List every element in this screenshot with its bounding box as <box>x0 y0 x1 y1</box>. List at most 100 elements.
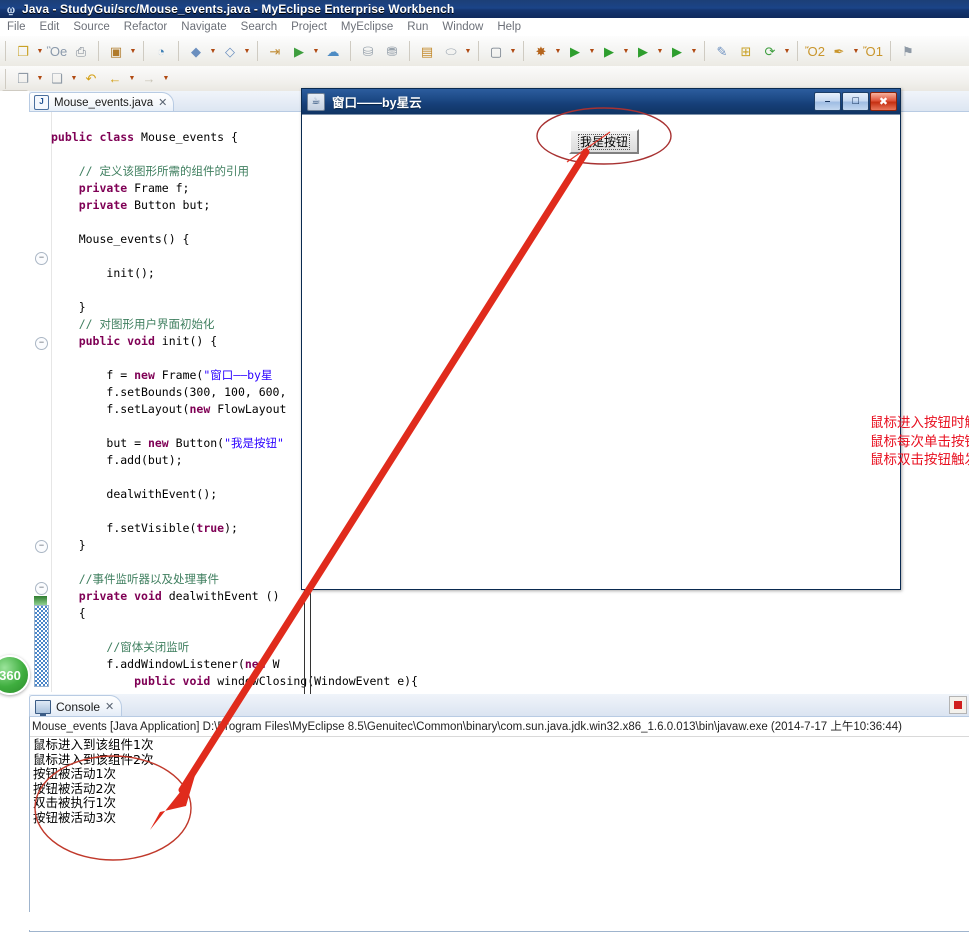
import-button[interactable]: ⇥ <box>264 40 286 62</box>
menu-edit[interactable]: Edit <box>33 18 67 36</box>
save-button[interactable]: Ὃe <box>46 40 68 62</box>
code-token: // 对图形用户界面初始化 <box>78 317 215 331</box>
menu-project[interactable]: Project <box>284 18 334 36</box>
back-button[interactable]: ← <box>104 68 126 90</box>
awt-title-bar[interactable]: ☕ 窗口——by星云 – ☐ ✖ <box>302 89 900 114</box>
run-history-button[interactable]: ▶ <box>632 40 654 62</box>
tab-mouse-events-java[interactable]: J Mouse_events.java ✕ <box>29 92 175 112</box>
close-icon[interactable]: ✕ <box>158 96 167 109</box>
fold-marker[interactable]: − <box>35 582 48 595</box>
close-button[interactable]: ✖ <box>870 92 897 111</box>
fold-marker[interactable]: − <box>35 540 48 553</box>
code-token: // 定义该图形所需的组件的引用 <box>78 164 249 178</box>
chevron-down-icon[interactable]: ▼ <box>782 40 792 62</box>
chevron-down-icon[interactable]: ▼ <box>621 40 631 62</box>
console-output-panel[interactable]: Mouse_events [Java Application] D:\Progr… <box>29 716 969 932</box>
chevron-down-icon[interactable]: ▼ <box>553 40 563 62</box>
code-token: but = <box>106 436 148 450</box>
open-type-button[interactable]: ⊞ <box>735 40 757 62</box>
new-wizard-button[interactable]: ❐ <box>12 40 34 62</box>
database-button[interactable]: ⛁ <box>357 40 379 62</box>
chevron-down-icon[interactable]: ▼ <box>161 68 171 90</box>
folder-button[interactable]: Ὄ1 <box>862 40 884 62</box>
chevron-down-icon[interactable]: ▼ <box>127 68 137 90</box>
stop-button[interactable] <box>949 696 967 714</box>
chevron-down-icon[interactable]: ▼ <box>208 40 218 62</box>
code-token: init() { <box>154 334 218 348</box>
stop-icon <box>954 701 962 709</box>
server-button[interactable]: ☁ <box>322 40 344 62</box>
chevron-down-icon[interactable]: ▼ <box>128 40 138 62</box>
tab-console[interactable]: Console ✕ <box>29 695 123 717</box>
menu-help[interactable]: Help <box>490 18 528 36</box>
pencil-button[interactable]: ✒ <box>828 40 850 62</box>
report-button[interactable]: ▤ <box>416 40 438 62</box>
code-token: private void <box>78 589 162 603</box>
chevron-down-icon[interactable]: ▼ <box>587 40 597 62</box>
forward-button[interactable]: → <box>138 68 160 90</box>
debug-button[interactable]: ✸ <box>530 40 552 62</box>
new-java-project-button[interactable]: ▣ <box>105 40 127 62</box>
maximize-button[interactable]: ☐ <box>842 92 869 111</box>
tip-button[interactable]: ⚑ <box>897 40 919 62</box>
code-token: { <box>78 606 86 620</box>
previous-annotation-button[interactable]: ❐ <box>12 68 34 90</box>
toolbar-separator <box>797 41 798 61</box>
uml-button[interactable]: ⬭ <box>440 40 462 62</box>
chevron-down-icon[interactable]: ▼ <box>463 40 473 62</box>
new-interface-button[interactable]: ◇ <box>219 40 241 62</box>
snapshot-button[interactable]: ▢ <box>485 40 507 62</box>
code-line: private void dealwithEvent () <box>51 588 969 605</box>
forward-icon: → <box>142 71 156 86</box>
open-resource-button[interactable]: Ὄ2 <box>804 40 826 62</box>
menu-window[interactable]: Window <box>435 18 490 36</box>
editor-annotation-ruler[interactable] <box>34 605 49 687</box>
fold-marker[interactable]: − <box>35 252 48 265</box>
chevron-down-icon[interactable]: ▼ <box>689 40 699 62</box>
bottom-filler <box>0 912 969 930</box>
run-button[interactable]: ▶ <box>564 40 586 62</box>
next-annotation-button[interactable]: ❑ <box>46 68 68 90</box>
code-token: W <box>265 657 280 671</box>
run-history-icon: ▶ <box>638 43 648 59</box>
web-20-button[interactable]: ◔ <box>150 40 172 62</box>
db-browser-button[interactable]: ⛃ <box>381 40 403 62</box>
chevron-down-icon[interactable]: ▼ <box>508 40 518 62</box>
close-icon[interactable]: ✕ <box>105 700 114 713</box>
run-external-button[interactable]: ▶ <box>666 40 688 62</box>
menu-search[interactable]: Search <box>234 18 284 36</box>
menu-refactor[interactable]: Refactor <box>117 18 174 36</box>
menu-source[interactable]: Source <box>66 18 116 36</box>
new-class-button[interactable]: ◆ <box>185 40 207 62</box>
chevron-down-icon[interactable]: ▼ <box>35 68 45 90</box>
toolbar-separator <box>523 41 524 61</box>
chevron-down-icon[interactable]: ▼ <box>242 40 252 62</box>
menu-myeclipse[interactable]: MyEclipse <box>334 18 400 36</box>
print-button[interactable]: ⎙ <box>70 40 92 62</box>
new-java-element-button[interactable]: ✎ <box>711 40 733 62</box>
toolbar-separator <box>350 41 351 61</box>
fold-marker[interactable]: − <box>35 337 48 350</box>
code-token: System. <box>162 691 210 692</box>
menu-run[interactable]: Run <box>400 18 435 36</box>
console-tab-label: Console <box>56 699 101 714</box>
run-config-button[interactable]: ▶ <box>598 40 620 62</box>
server-icon: ☁ <box>326 43 340 59</box>
open-resource-icon: Ὄ2 <box>805 43 825 59</box>
java-awt-frame-window[interactable]: ☕ 窗口——by星云 – ☐ ✖ 我是按钮 鼠标进入按钮时触发 鼠标进入按钮打印… <box>301 88 969 590</box>
awt-push-button[interactable]: 我是按钮 <box>569 129 640 154</box>
toolbar-separator <box>5 68 6 89</box>
deploy-button[interactable]: ▶ <box>288 40 310 62</box>
awt-button-label: 我是按钮 <box>578 134 631 150</box>
chevron-down-icon[interactable]: ▼ <box>655 40 665 62</box>
chevron-down-icon[interactable]: ▼ <box>69 68 79 90</box>
last-edit-location-button[interactable]: ↶ <box>80 68 102 90</box>
search-button[interactable]: ⟳ <box>759 40 781 62</box>
chevron-down-icon[interactable]: ▼ <box>35 40 45 62</box>
chevron-down-icon[interactable]: ▼ <box>311 40 321 62</box>
toolbar-separator <box>704 41 705 61</box>
menu-navigate[interactable]: Navigate <box>174 18 233 36</box>
chevron-down-icon[interactable]: ▼ <box>851 40 861 62</box>
menu-file[interactable]: File <box>0 18 33 36</box>
minimize-button[interactable]: – <box>814 92 841 111</box>
